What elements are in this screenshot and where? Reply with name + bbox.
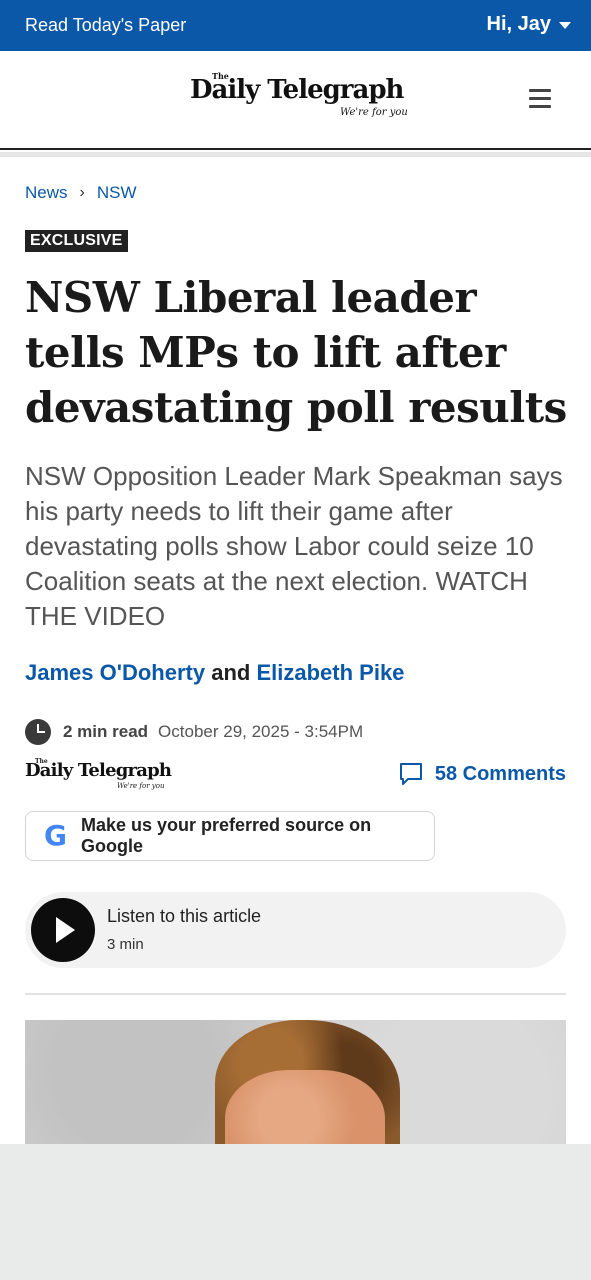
google-g-icon: G xyxy=(44,819,67,852)
masthead: The Daily Telegraph We're for you xyxy=(0,51,591,150)
chevron-right-icon: › xyxy=(79,184,85,201)
top-bar: Read Today's Paper Hi, Jay xyxy=(0,0,591,51)
audio-duration: 3 min xyxy=(107,936,144,953)
hamburger-menu-icon[interactable] xyxy=(529,89,551,109)
comments-count: 58 Comments xyxy=(434,762,566,785)
greeting-text: Hi, Jay xyxy=(486,13,551,35)
publisher-logo-tagline: We're for you xyxy=(117,782,165,790)
masthead-divider xyxy=(0,152,591,157)
audio-title: Listen to this article xyxy=(107,906,262,926)
read-time: 2 min read xyxy=(63,722,149,741)
read-todays-paper-link[interactable]: Read Today's Paper xyxy=(25,15,186,36)
author-link[interactable]: Elizabeth Pike xyxy=(256,660,404,685)
breadcrumb-nsw[interactable]: NSW xyxy=(97,183,137,203)
article-standfirst: NSW Opposition Leader Mark Speakman says… xyxy=(25,461,563,631)
breadcrumb: News › NSW xyxy=(25,183,137,203)
breadcrumb-news[interactable]: News xyxy=(25,183,68,203)
clock-icon xyxy=(25,719,51,745)
logo-tagline: We're for you xyxy=(340,107,408,118)
article-meta: 2 min read October 29, 2025 - 3:54PM xyxy=(25,719,363,745)
bottom-ad-panel xyxy=(0,1144,591,1280)
author-joiner: and xyxy=(211,660,251,685)
exclusive-badge: EXCLUSIVE xyxy=(25,230,128,252)
comment-bubble-icon xyxy=(399,763,422,785)
play-icon[interactable] xyxy=(31,898,95,962)
logo-name: Daily Telegraph xyxy=(190,75,404,105)
publisher-logo: The Daily Telegraph We're for you xyxy=(25,758,172,794)
publisher-logo-name: Daily Telegraph xyxy=(25,760,172,781)
caret-down-icon xyxy=(559,22,571,29)
account-menu[interactable]: Hi, Jay xyxy=(487,13,571,36)
site-logo[interactable]: The Daily Telegraph We're for you xyxy=(190,69,408,125)
article-headline: NSW Liberal leader tells MPs to lift aft… xyxy=(25,273,567,432)
content-divider xyxy=(25,993,566,995)
publish-date: October 29, 2025 - 3:54PM xyxy=(158,722,364,741)
comments-link[interactable]: 58 Comments xyxy=(399,762,566,786)
article-hero-image[interactable] xyxy=(25,1020,566,1144)
author-link[interactable]: James O'Doherty xyxy=(25,660,205,685)
google-cta-label: Make us your preferred source on Google xyxy=(80,815,372,856)
audio-player: Listen to this article 3 min xyxy=(25,892,566,968)
byline: James O'Doherty and Elizabeth Pike xyxy=(25,660,404,686)
google-preferred-source-button[interactable]: G Make us your preferred source on Googl… xyxy=(25,811,435,861)
